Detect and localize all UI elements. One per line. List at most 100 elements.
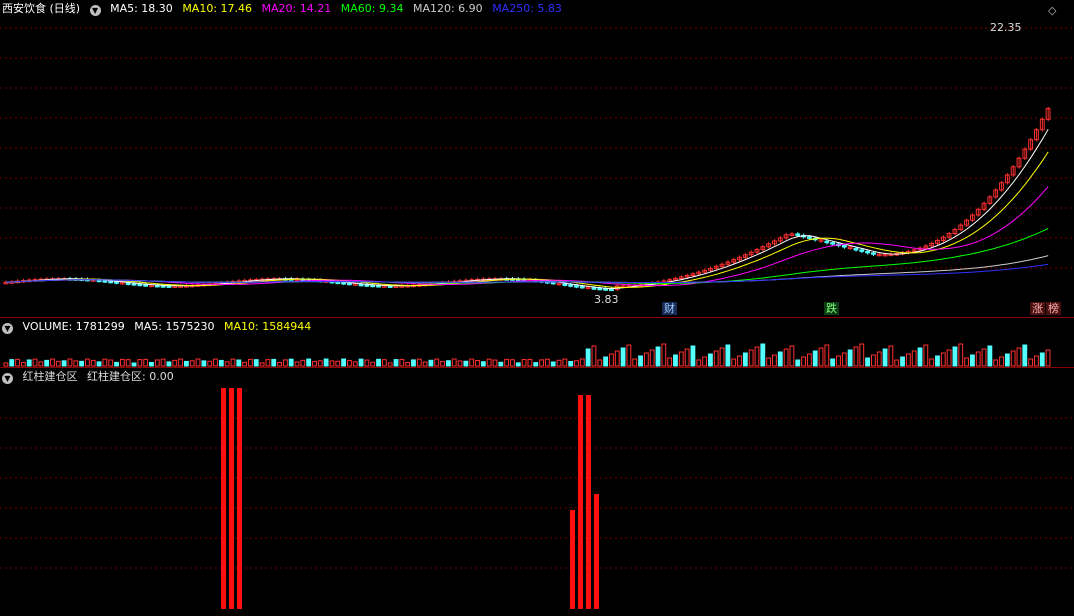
indicator-bar: [570, 510, 575, 609]
candle-body: [795, 233, 801, 236]
volume-bar: [288, 358, 294, 367]
rank-tag[interactable]: 榜: [1046, 302, 1061, 315]
ma120-label: MA120: 6.90: [412, 2, 483, 15]
chevron-down-icon[interactable]: ▼: [2, 323, 13, 334]
volume-bar: [61, 360, 67, 367]
volume-bar: [725, 344, 731, 367]
volume-bar: [248, 358, 253, 367]
volume-bar: [777, 351, 783, 367]
volume-bar: [434, 358, 440, 367]
volume-bar: [55, 360, 61, 367]
volume-bar: [422, 361, 428, 367]
volume-bar: [981, 348, 987, 367]
candle-body: [562, 283, 568, 286]
drop-tag[interactable]: 跌: [824, 302, 839, 315]
volume-bar: [876, 351, 882, 367]
volume-bar: [451, 358, 457, 367]
indicator-panel[interactable]: ▼ 红柱建仓区 红柱建仓区: 0.00: [0, 367, 1074, 616]
volume-bar: [702, 356, 707, 367]
volume-bar: [655, 346, 661, 367]
candle-body: [370, 284, 376, 288]
volume-bar: [801, 356, 806, 367]
volume-bar: [568, 360, 574, 367]
volume-bar: [696, 359, 702, 367]
volume-bar: [591, 345, 597, 367]
volume-bar: [894, 359, 900, 367]
volume-bar: [958, 343, 964, 367]
candle-body: [102, 280, 108, 283]
diamond-icon[interactable]: ◇: [1048, 4, 1056, 17]
candle-body: [871, 252, 876, 255]
volume-bar: [935, 355, 940, 367]
volume-bar: [224, 361, 230, 367]
volume-bar: [463, 360, 469, 367]
price-legend: 西安饮食 (日线) ▼ MA5: 18.30 MA10: 17.46 MA20:…: [2, 2, 568, 16]
indicator-bar: [229, 388, 234, 609]
volume-bar: [638, 355, 643, 367]
stock-title: 西安饮食 (日线): [2, 2, 81, 15]
volume-bar: [32, 358, 38, 367]
volume-bar: [713, 350, 719, 367]
chevron-down-icon[interactable]: ▼: [2, 373, 13, 384]
volume-bar: [678, 351, 684, 367]
volume-bar: [1028, 358, 1034, 367]
volume-bar: [352, 361, 358, 367]
volume-bar: [1045, 349, 1051, 367]
candle-body: [154, 284, 160, 288]
volume-bar: [230, 358, 236, 367]
volume-bar: [341, 358, 347, 367]
candlestick-chart[interactable]: [0, 0, 1074, 317]
volume-bar: [405, 362, 411, 367]
volume-bar: [271, 358, 277, 367]
volume-bar: [969, 354, 975, 367]
volume-bar: [195, 358, 201, 367]
candle-body: [806, 236, 812, 239]
indicator-legend: ▼ 红柱建仓区 红柱建仓区: 0.00: [2, 370, 180, 384]
volume-ma5: MA5: 1575230: [134, 320, 215, 333]
volume-bar: [783, 348, 789, 367]
candle-body: [335, 281, 341, 284]
volume-legend: ▼ VOLUME: 1781299 MA5: 1575230 MA10: 158…: [2, 320, 317, 334]
indicator-name: 红柱建仓区: [22, 370, 78, 383]
volume-bar: [492, 359, 498, 367]
volume-bar: [114, 361, 119, 367]
chevron-down-icon[interactable]: ▼: [89, 5, 101, 16]
volume-bar: [486, 358, 492, 367]
volume-bar: [940, 352, 946, 367]
volume-bar: [347, 359, 352, 367]
volume-bar: [754, 346, 760, 367]
volume-bar: [900, 356, 905, 367]
indicator-chart[interactable]: [0, 368, 1074, 616]
ma-line: [5, 255, 1049, 283]
indicator-value: 红柱建仓区: 0.00: [87, 370, 174, 383]
volume-bar: [760, 343, 766, 367]
volume-bar: [376, 358, 381, 367]
volume-bar: [207, 360, 213, 367]
ma-line: [5, 151, 1049, 288]
volume-bar: [830, 358, 836, 367]
volume-bar: [201, 360, 207, 367]
volume-bar: [911, 350, 917, 367]
volume-bar: [475, 359, 480, 367]
volume-bar: [1022, 344, 1028, 367]
candle-body: [550, 281, 556, 285]
price-panel[interactable]: 西安饮食 (日线) ▼ MA5: 18.30 MA10: 17.46 MA20:…: [0, 0, 1074, 317]
finance-tag[interactable]: 财: [662, 302, 677, 315]
candle-body: [358, 283, 364, 287]
volume-bar: [609, 353, 614, 367]
volume-bar: [667, 357, 673, 367]
volume-panel[interactable]: ▼ VOLUME: 1781299 MA5: 1575230 MA10: 158…: [0, 317, 1074, 368]
volume-bar: [50, 358, 55, 367]
volume-bar: [317, 360, 323, 367]
volume-bar: [9, 359, 15, 367]
volume-bar: [853, 346, 859, 367]
rise-tag[interactable]: 涨: [1030, 302, 1045, 315]
ma20-label: MA20: 14.21: [261, 2, 332, 15]
ma60-label: MA60: 9.34: [340, 2, 404, 15]
candle-body: [108, 280, 114, 284]
volume-bar: [259, 362, 265, 367]
ma10-label: MA10: 17.46: [182, 2, 253, 15]
ma-line: [5, 186, 1049, 287]
volume-bar: [143, 358, 149, 367]
volume-bar: [748, 349, 754, 367]
